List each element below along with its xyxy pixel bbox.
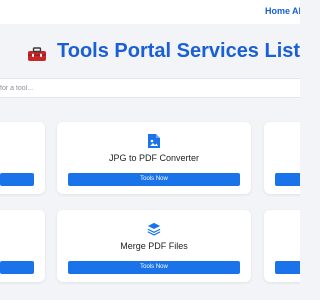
layers-icon — [147, 222, 161, 236]
tool-button[interactable] — [275, 261, 300, 274]
tool-title: JPG to PDF Converter — [108, 153, 200, 163]
tools-now-button[interactable]: Tools Now — [68, 173, 240, 186]
page-title: Tools Portal Services List — [57, 40, 300, 62]
tool-card-merge-pdf: Merge PDF Files Tools Now — [57, 210, 251, 282]
nav-about-link[interactable]: Al — [292, 6, 300, 16]
tool-card — [0, 122, 45, 194]
tool-title: Merge PDF Files — [120, 241, 188, 251]
tool-card — [0, 210, 45, 282]
tool-button[interactable] — [0, 173, 34, 186]
search-bar — [0, 78, 300, 98]
tool-button[interactable] — [0, 261, 34, 274]
tool-card — [264, 210, 300, 282]
toolbox-icon — [28, 47, 46, 61]
tool-button[interactable] — [275, 173, 300, 186]
nav-home-link[interactable]: Home — [265, 6, 290, 16]
tools-now-button[interactable]: Tools Now — [68, 261, 240, 274]
page: Home Al Tools Portal Services List JPG t… — [0, 0, 300, 300]
image-file-icon — [148, 134, 160, 148]
tool-card-jpg-to-pdf: JPG to PDF Converter Tools Now — [57, 122, 251, 194]
top-nav: Home Al — [0, 0, 300, 24]
search-input[interactable] — [0, 79, 300, 97]
tool-card — [264, 122, 300, 194]
